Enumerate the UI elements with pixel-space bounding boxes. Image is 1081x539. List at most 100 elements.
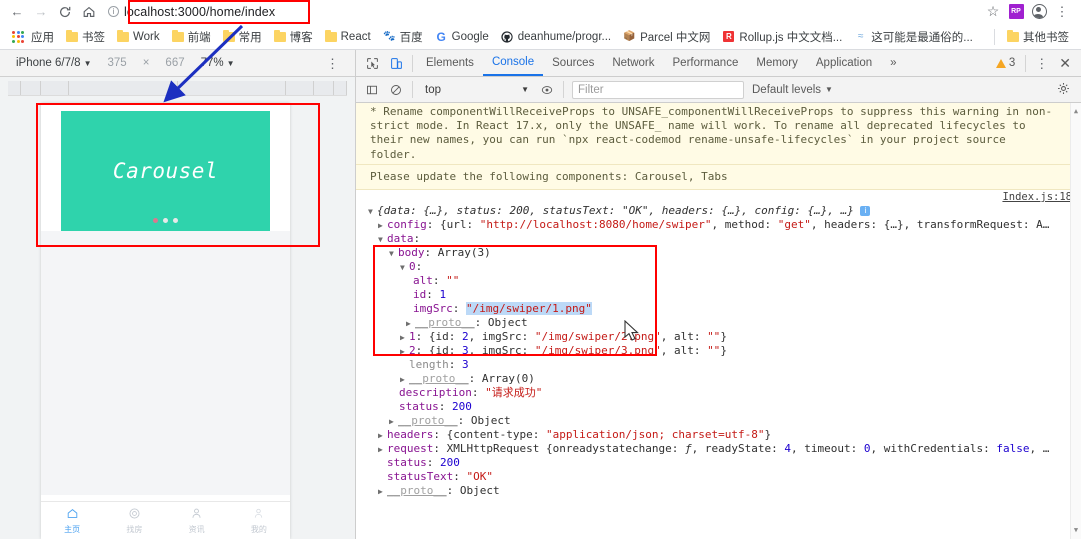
forward-button[interactable]: → xyxy=(30,1,52,23)
bookmark-google[interactable]: G Google xyxy=(429,28,495,45)
console-sidebar-icon[interactable] xyxy=(360,78,384,102)
expand-arrow-icon[interactable]: ▶ xyxy=(400,345,409,359)
expand-arrow-icon[interactable]: ▼ xyxy=(400,261,409,275)
tab-elements[interactable]: Elements xyxy=(417,50,483,76)
device-width-input[interactable]: 375 xyxy=(100,57,135,69)
tree-row-data-proto[interactable]: ▶ __proto__: Object xyxy=(368,414,1073,428)
console-warning-components[interactable]: Please update the following components: … xyxy=(356,164,1081,191)
bookmark-label: Google xyxy=(451,30,489,43)
extension-icon[interactable]: RP xyxy=(1005,1,1027,23)
bookmark-shuqian[interactable]: 书签 xyxy=(60,27,111,47)
more-tabs-icon[interactable]: » xyxy=(881,50,905,76)
reload-button[interactable] xyxy=(54,1,76,23)
tree-row-item1[interactable]: ▶ 1: {id: 2, imgSrc: "/img/swiper/2.png",… xyxy=(368,330,1073,344)
proto-array-value: Array(0) xyxy=(481,372,535,386)
carousel-dot[interactable] xyxy=(163,218,168,223)
execution-context-select[interactable]: top ▼ xyxy=(417,84,535,96)
tree-row-headers[interactable]: ▶ headers: {content-type: "application/js… xyxy=(368,428,1073,442)
tree-row-item2[interactable]: ▶ 2: {id: 3, imgSrc: "/img/swiper/3.png",… xyxy=(368,344,1073,358)
tree-row-item0-id[interactable]: id: 1 xyxy=(368,288,1073,302)
tab-home[interactable]: 主页 xyxy=(41,507,103,535)
clear-console-icon[interactable] xyxy=(384,78,408,102)
chrome-menu-icon[interactable]: ⋮ xyxy=(1051,1,1073,23)
console-source-link[interactable]: Index.js:18 xyxy=(356,190,1081,204)
devtools-menu-icon[interactable]: ⋮ xyxy=(1030,57,1053,70)
carousel-dot[interactable] xyxy=(173,218,178,223)
device-more-options-icon[interactable]: ⋮ xyxy=(318,57,347,70)
tab-sources[interactable]: Sources xyxy=(543,50,603,76)
bookmark-tongsu[interactable]: ≈ 这可能是最通俗的... xyxy=(848,27,979,47)
bookmark-star-icon[interactable]: ☆ xyxy=(982,1,1004,23)
rollup-icon: R xyxy=(722,30,735,43)
imgsrc-value-selected[interactable]: "/img/swiper/1.png" xyxy=(466,302,592,316)
tree-row-root[interactable]: ▼ {data: {…}, status: 200, statusText: "O… xyxy=(368,204,1073,218)
tree-row-root-proto[interactable]: ▶ __proto__: Object xyxy=(368,484,1073,498)
tab-memory[interactable]: Memory xyxy=(747,50,807,76)
log-levels-select[interactable]: Default levels ▼ xyxy=(744,84,841,96)
tree-row-config[interactable]: ▶ config: {url: "http://localhost:8080/ho… xyxy=(368,218,1073,232)
bookmark-qianduan[interactable]: 前端 xyxy=(166,27,217,47)
zoom-select[interactable]: 77% ▼ xyxy=(193,57,243,69)
browser-actions: ☆ RP ⋮ xyxy=(982,1,1075,23)
inspect-element-icon[interactable] xyxy=(360,51,384,75)
omnibox-container[interactable]: i localhost:3000/home/index xyxy=(106,3,980,21)
bookmark-work[interactable]: Work xyxy=(111,29,166,45)
info-badge-icon[interactable]: i xyxy=(860,206,871,217)
bookmark-react[interactable]: React xyxy=(319,29,377,45)
warning-count-badge[interactable]: 3 xyxy=(990,57,1021,69)
back-button[interactable]: ← xyxy=(6,1,28,23)
bookmark-parcel[interactable]: 📦 Parcel 中文网 xyxy=(617,27,716,47)
scroll-up-arrow-icon[interactable]: ▲ xyxy=(1071,104,1081,118)
bookmark-baidu[interactable]: 🐾 百度 xyxy=(377,27,429,47)
console-output[interactable]: * Rename componentWillReceiveProps to UN… xyxy=(356,103,1081,539)
profile-avatar-icon[interactable] xyxy=(1028,1,1050,23)
tree-row-item0[interactable]: ▼ 0: xyxy=(368,260,1073,274)
scroll-down-arrow-icon[interactable]: ▼ xyxy=(1071,523,1081,537)
console-warning-message[interactable]: * Rename componentWillReceiveProps to UN… xyxy=(356,103,1081,165)
bookmark-boke[interactable]: 博客 xyxy=(268,27,319,47)
tree-row-body[interactable]: ▼ body: Array(3) xyxy=(368,246,1073,260)
carousel-dot[interactable] xyxy=(153,218,158,223)
tree-row-data[interactable]: ▼ data: xyxy=(368,232,1073,246)
tree-row-item0-imgsrc[interactable]: imgSrc: "/img/swiper/1.png" xyxy=(368,302,1073,316)
bookmark-changyong[interactable]: 常用 xyxy=(217,27,268,47)
carousel-component[interactable]: Carousel xyxy=(61,111,270,231)
live-expression-icon[interactable] xyxy=(535,78,559,102)
expand-arrow-icon[interactable]: ▶ xyxy=(378,443,387,457)
expand-arrow-icon[interactable]: ▼ xyxy=(389,247,398,261)
toggle-device-toolbar-icon[interactable] xyxy=(384,51,408,75)
tab-mine[interactable]: 我的 xyxy=(228,507,290,535)
console-scrollbar[interactable]: ▲ ▼ xyxy=(1070,103,1081,539)
device-height-input[interactable]: 667 xyxy=(157,57,192,69)
bookmark-apps[interactable]: 应用 xyxy=(6,27,60,47)
home-button[interactable] xyxy=(78,1,100,23)
tab-search[interactable]: 找房 xyxy=(103,507,165,535)
tab-network[interactable]: Network xyxy=(603,50,663,76)
tab-console[interactable]: Console xyxy=(482,50,544,76)
expand-arrow-icon[interactable]: ▼ xyxy=(378,233,387,247)
tab-news[interactable]: 资讯 xyxy=(166,507,228,535)
address-bar[interactable]: i localhost:3000/home/index xyxy=(106,3,980,21)
tab-application[interactable]: Application xyxy=(807,50,881,76)
expand-arrow-icon[interactable]: ▼ xyxy=(368,205,377,219)
console-filter-input[interactable]: Filter xyxy=(572,80,744,99)
tree-row-request[interactable]: ▶ request: XMLHttpRequest {onreadystatech… xyxy=(368,442,1073,456)
tree-row-item0-proto[interactable]: ▶ __proto__: Object xyxy=(368,316,1073,330)
device-select[interactable]: iPhone 6/7/8 ▼ xyxy=(8,57,100,69)
other-bookmarks[interactable]: 其他书签 xyxy=(1001,27,1075,47)
close-devtools-icon[interactable]: ✕ xyxy=(1053,55,1077,72)
tab-performance[interactable]: Performance xyxy=(664,50,748,76)
root-summary-pre: {data: {…}, status: xyxy=(377,204,510,218)
mobile-page-frame: Carousel 主页 找房 资讯 我的 xyxy=(41,103,290,539)
bookmarks-bar: 应用 书签 Work 前端 常用 博客 React 🐾 百度 G Google … xyxy=(0,24,1081,50)
tree-row-body-proto[interactable]: ▶ __proto__: Array(0) xyxy=(368,372,1073,386)
site-info-icon[interactable]: i xyxy=(108,6,119,17)
expand-arrow-icon[interactable]: ▶ xyxy=(378,485,387,499)
gear-icon[interactable] xyxy=(1050,82,1077,98)
body-key: body xyxy=(398,246,425,260)
bookmark-rollup[interactable]: R Rollup.js 中文文档... xyxy=(716,27,848,47)
console-object-tree[interactable]: ▼ {data: {…}, status: 200, statusText: "O… xyxy=(356,204,1081,498)
bookmark-deanhume[interactable]: deanhume/progr... xyxy=(495,28,617,45)
viewport-ruler xyxy=(8,81,347,96)
tree-row-item0-alt[interactable]: alt: "" xyxy=(368,274,1073,288)
